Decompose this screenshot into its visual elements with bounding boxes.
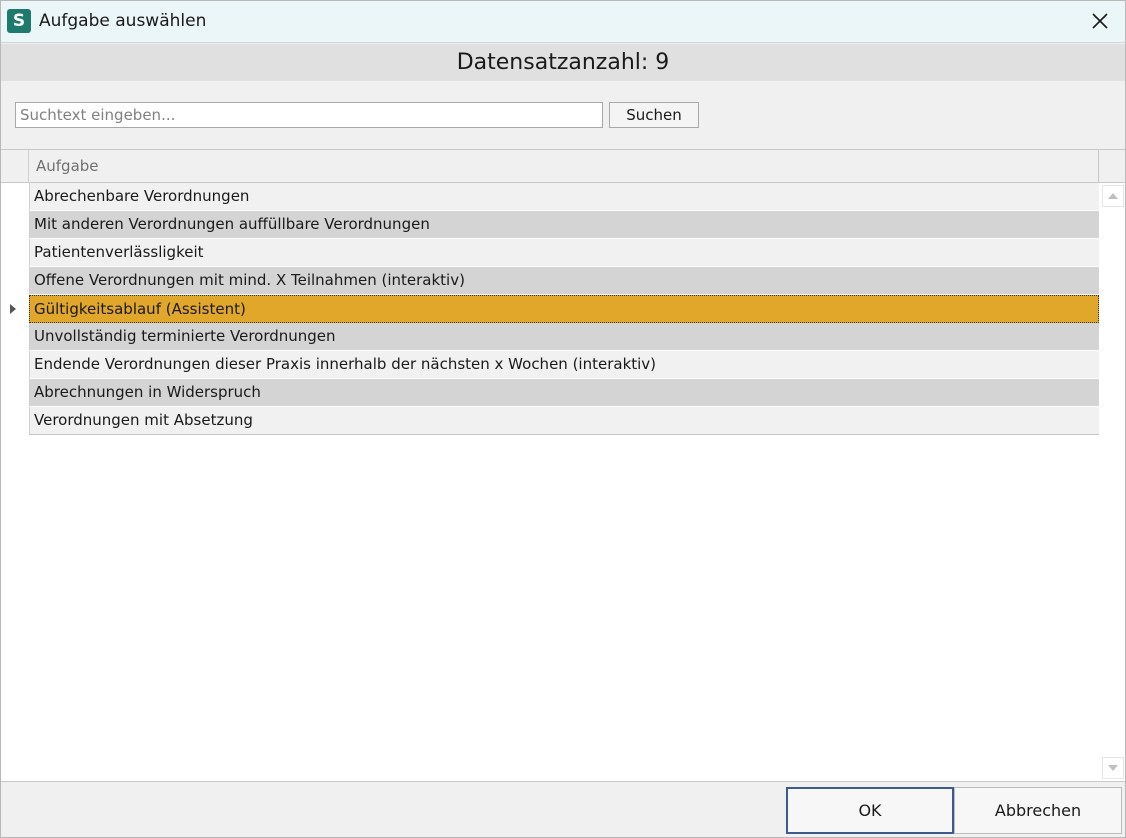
row-indicator-arrow-icon [10,304,16,314]
task-cell[interactable]: Gültigkeitsablauf (Assistent) [29,295,1099,323]
table-row[interactable]: Gültigkeitsablauf (Assistent) [1,295,1099,323]
scroll-down-button[interactable] [1102,757,1124,779]
row-indicator[interactable] [1,183,29,211]
grid-header: Aufgabe [1,150,1125,183]
row-indicator[interactable] [1,295,29,323]
table-row[interactable]: Abrechnungen in Widerspruch [1,379,1099,407]
task-grid: Aufgabe Abrechenbare Verordnungen Mit and… [1,149,1125,781]
search-button[interactable]: Suchen [609,102,699,128]
task-cell[interactable]: Mit anderen Verordnungen auffüllbare Ver… [29,211,1099,239]
table-row[interactable]: Unvollständig terminierte Verordnungen [1,323,1099,351]
record-count: Datensatzanzahl: 9 [1,44,1125,81]
row-indicator[interactable] [1,267,29,295]
task-cell[interactable]: Verordnungen mit Absetzung [29,407,1099,435]
task-cell[interactable]: Abrechenbare Verordnungen [29,183,1099,211]
row-header-corner [1,150,29,183]
ok-button[interactable]: OK [786,787,954,834]
table-row[interactable]: Mit anderen Verordnungen auffüllbare Ver… [1,211,1099,239]
search-input[interactable] [15,102,603,128]
dialog-window: S Aufgabe auswählen Datensatzanzahl: 9 S… [0,0,1126,838]
row-indicator[interactable] [1,323,29,351]
table-row[interactable]: Offene Verordnungen mit mind. X Teilnahm… [1,267,1099,295]
row-indicator[interactable] [1,211,29,239]
row-indicator[interactable] [1,407,29,435]
window-title: Aufgabe auswählen [39,11,207,31]
title-bar: S Aufgabe auswählen [1,1,1125,43]
dialog-footer: OK Abbrechen [1,781,1125,837]
vertical-scrollbar[interactable] [1099,183,1125,781]
close-button[interactable] [1081,3,1119,39]
task-cell[interactable]: Abrechnungen in Widerspruch [29,379,1099,407]
row-indicator[interactable] [1,239,29,267]
row-indicator[interactable] [1,379,29,407]
cancel-button[interactable]: Abbrechen [954,787,1122,834]
column-header-aufgabe[interactable]: Aufgabe [29,150,1099,183]
task-cell[interactable]: Offene Verordnungen mit mind. X Teilnahm… [29,267,1099,295]
table-row[interactable]: Verordnungen mit Absetzung [1,407,1099,435]
scroll-up-button[interactable] [1102,185,1124,207]
grid-rows: Abrechenbare Verordnungen Mit anderen Ver… [1,183,1099,435]
close-icon [1092,13,1108,29]
table-row[interactable]: Endende Verordnungen dieser Praxis inner… [1,351,1099,379]
scroll-up-icon [1108,193,1118,199]
task-cell[interactable]: Endende Verordnungen dieser Praxis inner… [29,351,1099,379]
task-cell[interactable]: Patientenverlässligkeit [29,239,1099,267]
app-icon: S [7,9,31,33]
task-cell[interactable]: Unvollständig terminierte Verordnungen [29,323,1099,351]
row-indicator[interactable] [1,351,29,379]
table-row[interactable]: Abrechenbare Verordnungen [1,183,1099,211]
scroll-down-icon [1108,765,1118,771]
table-row[interactable]: Patientenverlässligkeit [1,239,1099,267]
